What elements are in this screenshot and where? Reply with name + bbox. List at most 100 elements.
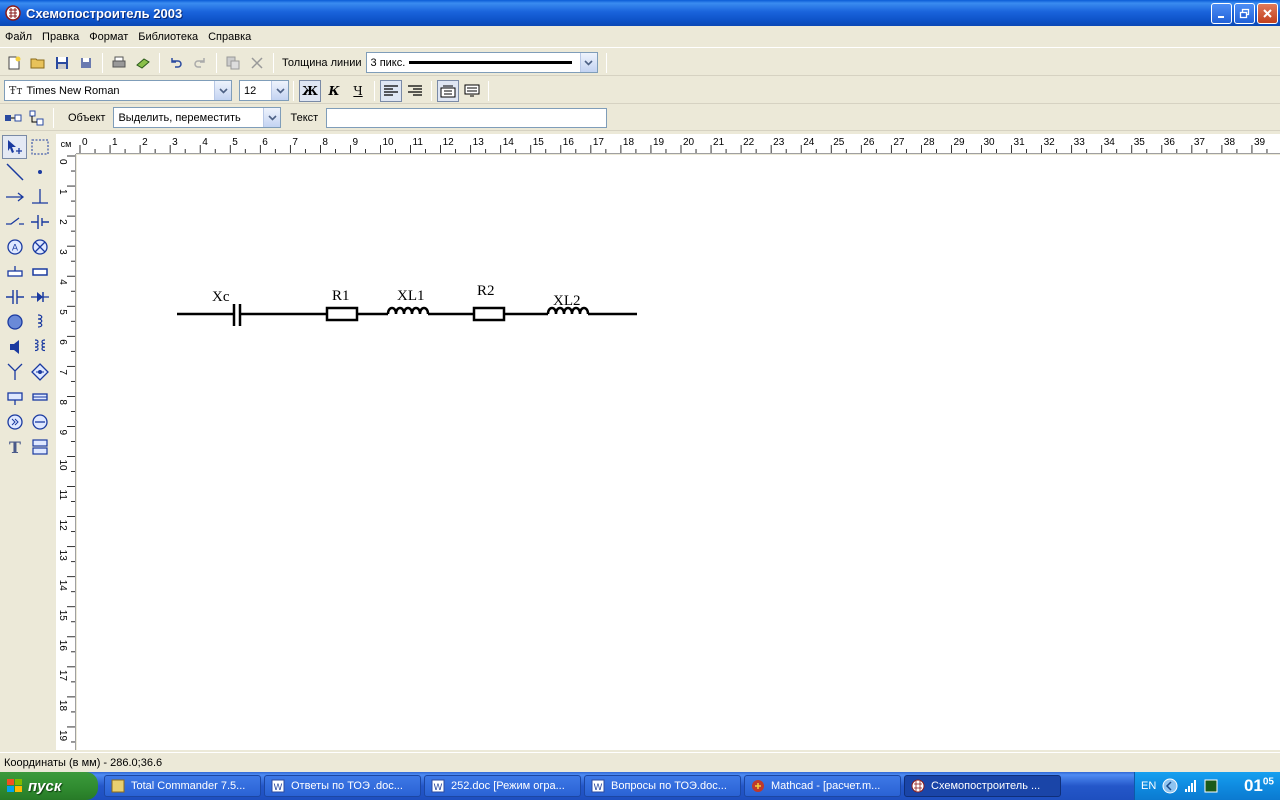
close-button[interactable] xyxy=(1257,3,1278,24)
system-tray: EN 0105 xyxy=(1134,772,1280,800)
source-tool-button[interactable] xyxy=(27,410,52,434)
label-xc[interactable]: Xc xyxy=(212,289,230,305)
area-select-tool-button[interactable] xyxy=(27,135,52,159)
text-input[interactable] xyxy=(326,107,608,128)
ungroup-button[interactable] xyxy=(26,107,48,129)
fuse-tool-button[interactable] xyxy=(2,260,27,284)
task-label: Вопросы по ТОЭ.doc... xyxy=(611,780,727,792)
lamp-tool-button[interactable] xyxy=(27,235,52,259)
resistor-r2[interactable] xyxy=(472,306,506,322)
task-total-commander[interactable]: Total Commander 7.5... xyxy=(104,775,261,797)
menu-edit[interactable]: Правка xyxy=(37,27,84,47)
ground-tool-button[interactable] xyxy=(27,185,52,209)
ruler-label: 20 xyxy=(683,137,695,148)
menu-help[interactable]: Справка xyxy=(203,27,256,47)
new-button[interactable] xyxy=(3,52,25,74)
tray-expand-icon[interactable] xyxy=(1162,778,1178,794)
line-width-select[interactable]: 3 пикс. xyxy=(365,52,598,73)
resistor-r1[interactable] xyxy=(325,306,359,322)
inductor-xl1[interactable] xyxy=(386,306,430,315)
font-select[interactable]: Ŧт Times New Roman xyxy=(4,80,232,101)
font-size-dropdown-button[interactable] xyxy=(271,81,288,100)
print-icon xyxy=(112,56,126,67)
bold-button[interactable]: Ж xyxy=(299,79,321,102)
clock[interactable]: 0105 xyxy=(1244,776,1274,796)
relay-icon xyxy=(6,391,23,405)
task-mathcad[interactable]: Mathcad - [расчет.m... xyxy=(744,775,901,797)
group-button[interactable] xyxy=(2,107,24,129)
speaker-tool-button[interactable] xyxy=(2,335,27,359)
task-skhemopostroitel[interactable]: Схемопостроитель ... xyxy=(904,775,1061,797)
redo-button[interactable] xyxy=(189,52,211,74)
ruler-label: 34 xyxy=(1104,137,1116,148)
circuit-diagram[interactable]: Xc R1 XL1 R2 XL2 xyxy=(77,155,1280,750)
text-top-button[interactable] xyxy=(437,79,459,102)
menu-library[interactable]: Библиотека xyxy=(133,27,203,47)
menu-format[interactable]: Формат xyxy=(84,27,133,47)
battery-tool-button[interactable] xyxy=(27,210,52,234)
relay-tool-button[interactable] xyxy=(2,385,27,409)
object-label: Объект xyxy=(68,111,106,124)
task-252-doc[interactable]: W 252.doc [Режим огра... xyxy=(424,775,581,797)
resistor-tool-button[interactable] xyxy=(27,260,52,284)
object-mode-select[interactable]: Выделить, переместить xyxy=(113,107,282,128)
select-tool-button[interactable] xyxy=(2,134,27,159)
restore-button[interactable] xyxy=(1234,3,1255,24)
ruler-label: 9 xyxy=(352,137,358,148)
align-right-button[interactable] xyxy=(404,80,426,102)
ruler-label: 5 xyxy=(232,137,238,148)
title-bar[interactable]: Схемопостроитель 2003 xyxy=(0,0,1280,26)
label-xl2[interactable]: XL2 xyxy=(553,293,581,309)
language-indicator[interactable]: EN xyxy=(1141,780,1156,792)
ruler-label: 35 xyxy=(1134,137,1146,148)
ruler-label: 25 xyxy=(833,137,845,148)
transformer-tool-button[interactable] xyxy=(27,335,52,359)
task-voprosy-toe[interactable]: W Вопросы по ТОЭ.doc... xyxy=(584,775,741,797)
motor-tool-button[interactable] xyxy=(2,310,27,334)
line-width-dropdown-button[interactable] xyxy=(579,53,597,72)
open-button[interactable] xyxy=(27,52,49,74)
status-bar: Координаты (в мм) - 286.0;36.6 xyxy=(0,752,1280,772)
underline-button[interactable]: Ч xyxy=(347,80,369,102)
menu-file[interactable]: Файл xyxy=(0,27,37,47)
font-size-select[interactable]: 12 xyxy=(239,80,289,101)
preview-button[interactable] xyxy=(132,52,154,74)
capacitor-tool-button[interactable] xyxy=(2,285,27,309)
line-tool-button[interactable] xyxy=(2,160,27,184)
minimize-button[interactable] xyxy=(1211,3,1232,24)
node-tool-button[interactable] xyxy=(27,160,52,184)
object-mode-dropdown-button[interactable] xyxy=(263,108,281,127)
label-r2[interactable]: R2 xyxy=(477,283,495,299)
antenna-tool-button[interactable] xyxy=(2,360,27,384)
save-button[interactable] xyxy=(51,52,73,74)
bridge-tool-button[interactable] xyxy=(27,360,52,384)
book-icon xyxy=(136,57,150,69)
start-button[interactable]: пуск xyxy=(0,772,98,800)
marquee-icon xyxy=(31,139,48,154)
label-r1[interactable]: R1 xyxy=(332,288,350,304)
label-xl1[interactable]: XL1 xyxy=(397,288,425,304)
battery-status-icon[interactable] xyxy=(1204,779,1218,793)
align-left-button[interactable] xyxy=(380,79,402,102)
text-frame-button[interactable] xyxy=(461,80,483,102)
block-tool-button[interactable] xyxy=(27,385,52,409)
generator-tool-button[interactable] xyxy=(2,410,27,434)
font-dropdown-button[interactable] xyxy=(214,81,231,100)
delete-button[interactable] xyxy=(246,52,268,74)
inductor-tool-button[interactable] xyxy=(27,310,52,334)
ruler-label: 7 xyxy=(57,369,68,375)
copy-button[interactable] xyxy=(222,52,244,74)
italic-button[interactable]: К xyxy=(323,80,345,102)
text-tool-button[interactable]: T xyxy=(2,435,27,459)
signal-icon[interactable] xyxy=(1184,779,1198,793)
switch-tool-button[interactable] xyxy=(2,210,27,234)
arrow-tool-button[interactable] xyxy=(2,185,27,209)
terminal-block-tool-button[interactable] xyxy=(27,435,52,459)
drawing-canvas[interactable]: Xc R1 XL1 R2 XL2 xyxy=(77,155,1280,750)
print-button[interactable] xyxy=(108,52,130,74)
task-otvety-toe[interactable]: W Ответы по ТОЭ .doc... xyxy=(264,775,421,797)
diode-tool-button[interactable] xyxy=(27,285,52,309)
save-as-button[interactable] xyxy=(75,52,97,74)
undo-button[interactable] xyxy=(165,52,187,74)
ammeter-tool-button[interactable]: A xyxy=(2,235,27,259)
